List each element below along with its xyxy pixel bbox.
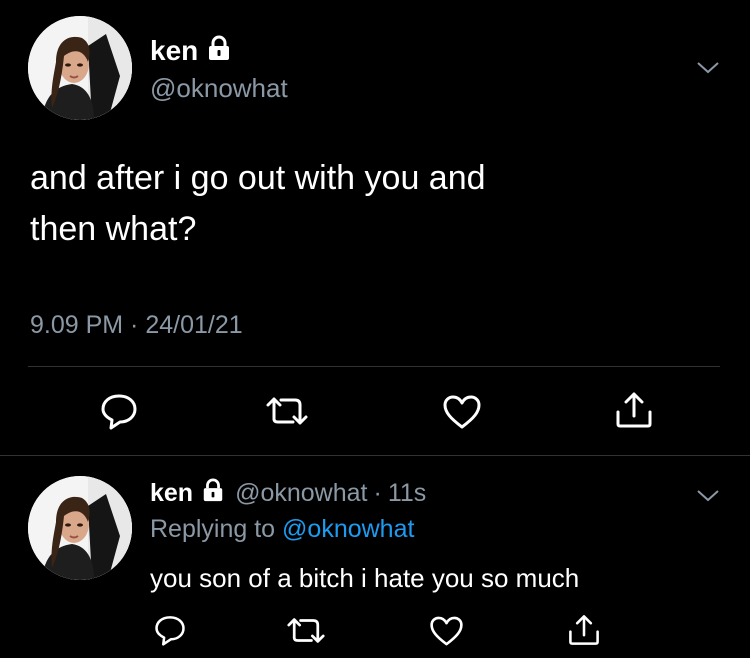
chevron-down-icon[interactable] <box>694 484 722 506</box>
tweet-timestamp[interactable]: 9.09 PM · 24/01/21 <box>30 311 243 340</box>
retweet-icon <box>287 617 325 643</box>
lock-icon <box>206 35 232 68</box>
share-button[interactable] <box>612 388 656 432</box>
reply-author-name[interactable]: ken <box>150 479 193 508</box>
share-button[interactable] <box>564 610 604 650</box>
replying-to-prefix: Replying to <box>150 515 276 543</box>
reply-age[interactable]: 11s <box>388 479 426 508</box>
retweet-icon <box>266 397 308 425</box>
avatar[interactable] <box>28 476 132 580</box>
divider <box>28 366 720 367</box>
replying-to-line: Replying to @oknowhat <box>150 515 414 544</box>
reply-button[interactable] <box>150 612 190 648</box>
reply-icon <box>155 616 185 646</box>
avatar[interactable] <box>28 16 132 120</box>
reply-icon <box>101 394 137 430</box>
reply-text: you son of a bitch i hate you so much <box>150 563 580 593</box>
reply-button[interactable] <box>96 390 142 432</box>
like-button[interactable] <box>440 392 484 432</box>
reply-header: ken @oknowhat · 11s <box>150 476 426 510</box>
lock-icon <box>201 478 225 509</box>
reply-separator: · <box>373 478 382 507</box>
divider <box>0 455 750 456</box>
heart-icon <box>443 395 481 429</box>
tweet-author-handle[interactable]: @oknowhat <box>150 73 288 104</box>
tweet-text-line-1: and after i go out with you and <box>30 159 486 197</box>
share-icon <box>569 615 599 645</box>
share-icon <box>616 392 652 428</box>
tweet-text: and after i go out with you and then wha… <box>30 153 730 255</box>
reply-author-handle[interactable]: @oknowhat <box>235 479 367 508</box>
like-button[interactable] <box>426 613 466 649</box>
replying-to-mention[interactable]: @oknowhat <box>282 515 414 543</box>
retweet-button[interactable] <box>284 614 328 646</box>
chevron-down-icon[interactable] <box>694 56 722 78</box>
retweet-button[interactable] <box>262 393 312 429</box>
tweet-author-name[interactable]: ken <box>150 34 232 68</box>
tweet-text-line-2: then what? <box>30 210 197 248</box>
author-name-label: ken <box>150 35 199 66</box>
heart-icon <box>429 616 463 646</box>
